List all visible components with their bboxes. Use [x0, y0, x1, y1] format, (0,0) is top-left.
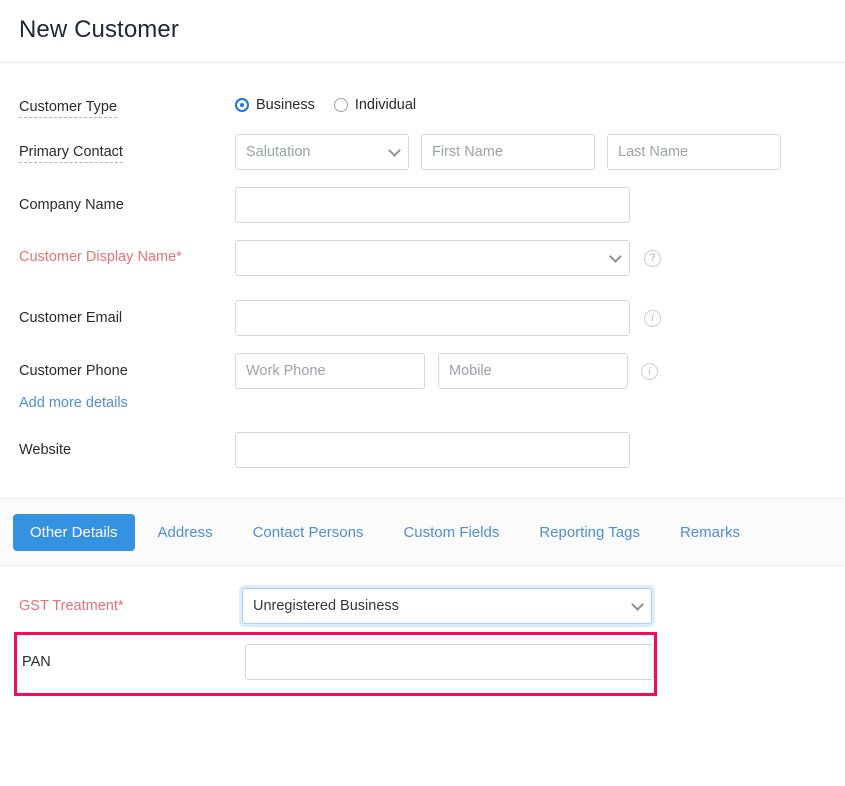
- tab-remarks[interactable]: Remarks: [663, 514, 757, 551]
- page-title: New Customer: [19, 18, 179, 44]
- chevron-down-icon: [388, 144, 401, 157]
- primary-contact-fields: Salutation: [235, 134, 781, 170]
- radio-business-icon[interactable]: [235, 98, 249, 112]
- customer-display-name-field: ?: [235, 240, 661, 276]
- question-circle-icon[interactable]: ?: [644, 250, 661, 267]
- work-phone-input[interactable]: [235, 353, 425, 389]
- label-primary-contact: Primary Contact: [19, 134, 235, 162]
- label-website: Website: [19, 432, 235, 460]
- label-gst-treatment: GST Treatment*: [19, 598, 242, 614]
- tab-strip: Other Details Address Contact Persons Cu…: [0, 498, 845, 566]
- label-company-name: Company Name: [19, 187, 235, 215]
- label-customer-phone: Customer Phone: [19, 353, 235, 381]
- gst-treatment-value: Unregistered Business: [253, 598, 399, 614]
- customer-display-name-select[interactable]: [235, 240, 630, 276]
- label-primary-contact-text: Primary Contact: [19, 144, 123, 163]
- form-row-gst-treatment: GST Treatment* Unregistered Business: [0, 588, 845, 624]
- form-row-company-name: Company Name: [0, 187, 845, 223]
- chevron-down-icon: [609, 250, 622, 263]
- label-pan: PAN: [17, 654, 245, 670]
- add-more-details-link[interactable]: Add more details: [19, 395, 128, 411]
- radio-option-individual[interactable]: Individual: [334, 97, 416, 113]
- gst-treatment-select[interactable]: Unregistered Business: [242, 588, 652, 624]
- radio-label-individual: Individual: [355, 97, 416, 113]
- website-input[interactable]: [235, 432, 630, 468]
- form-row-customer-display-name: Customer Display Name* ?: [0, 240, 845, 276]
- page-header: New Customer: [0, 0, 845, 63]
- add-more-details-row: Add more details: [0, 394, 845, 412]
- radio-group-customer-type: Business Individual: [235, 89, 416, 113]
- salutation-select[interactable]: Salutation: [235, 134, 409, 170]
- customer-email-input[interactable]: [235, 300, 630, 336]
- info-circle-icon[interactable]: i: [641, 363, 658, 380]
- form-row-customer-type: Customer Type Business Individual: [0, 89, 845, 117]
- tab-contact-persons[interactable]: Contact Persons: [236, 514, 381, 551]
- radio-label-business: Business: [256, 97, 315, 113]
- last-name-input[interactable]: [607, 134, 781, 170]
- chevron-down-icon: [631, 598, 644, 611]
- website-field: [235, 432, 630, 468]
- label-customer-display-name: Customer Display Name*: [19, 240, 235, 270]
- customer-form: Customer Type Business Individual Primar…: [0, 63, 845, 468]
- form-row-website: Website: [0, 432, 845, 468]
- tab-custom-fields[interactable]: Custom Fields: [386, 514, 516, 551]
- other-details-panel: GST Treatment* Unregistered Business PAN: [0, 566, 845, 696]
- label-customer-email: Customer Email: [19, 300, 235, 328]
- label-customer-type: Customer Type: [19, 89, 235, 117]
- info-circle-icon[interactable]: i: [644, 310, 661, 327]
- mobile-input[interactable]: [438, 353, 628, 389]
- radio-individual-icon[interactable]: [334, 98, 348, 112]
- form-row-customer-phone: Customer Phone i: [0, 353, 845, 389]
- form-row-primary-contact: Primary Contact Salutation: [0, 134, 845, 170]
- customer-email-field: i: [235, 300, 661, 336]
- tab-address[interactable]: Address: [141, 514, 230, 551]
- pan-highlight-region: PAN: [14, 632, 657, 696]
- company-name-input[interactable]: [235, 187, 630, 223]
- customer-phone-fields: i: [235, 353, 658, 389]
- tab-reporting-tags[interactable]: Reporting Tags: [522, 514, 657, 551]
- pan-input[interactable]: [245, 644, 654, 680]
- form-row-customer-email: Customer Email i: [0, 300, 845, 336]
- salutation-select-value: Salutation: [246, 144, 311, 160]
- radio-option-business[interactable]: Business: [235, 97, 315, 113]
- label-customer-type-text: Customer Type: [19, 99, 117, 118]
- company-name-field: [235, 187, 630, 223]
- first-name-input[interactable]: [421, 134, 595, 170]
- tab-other-details[interactable]: Other Details: [13, 514, 135, 551]
